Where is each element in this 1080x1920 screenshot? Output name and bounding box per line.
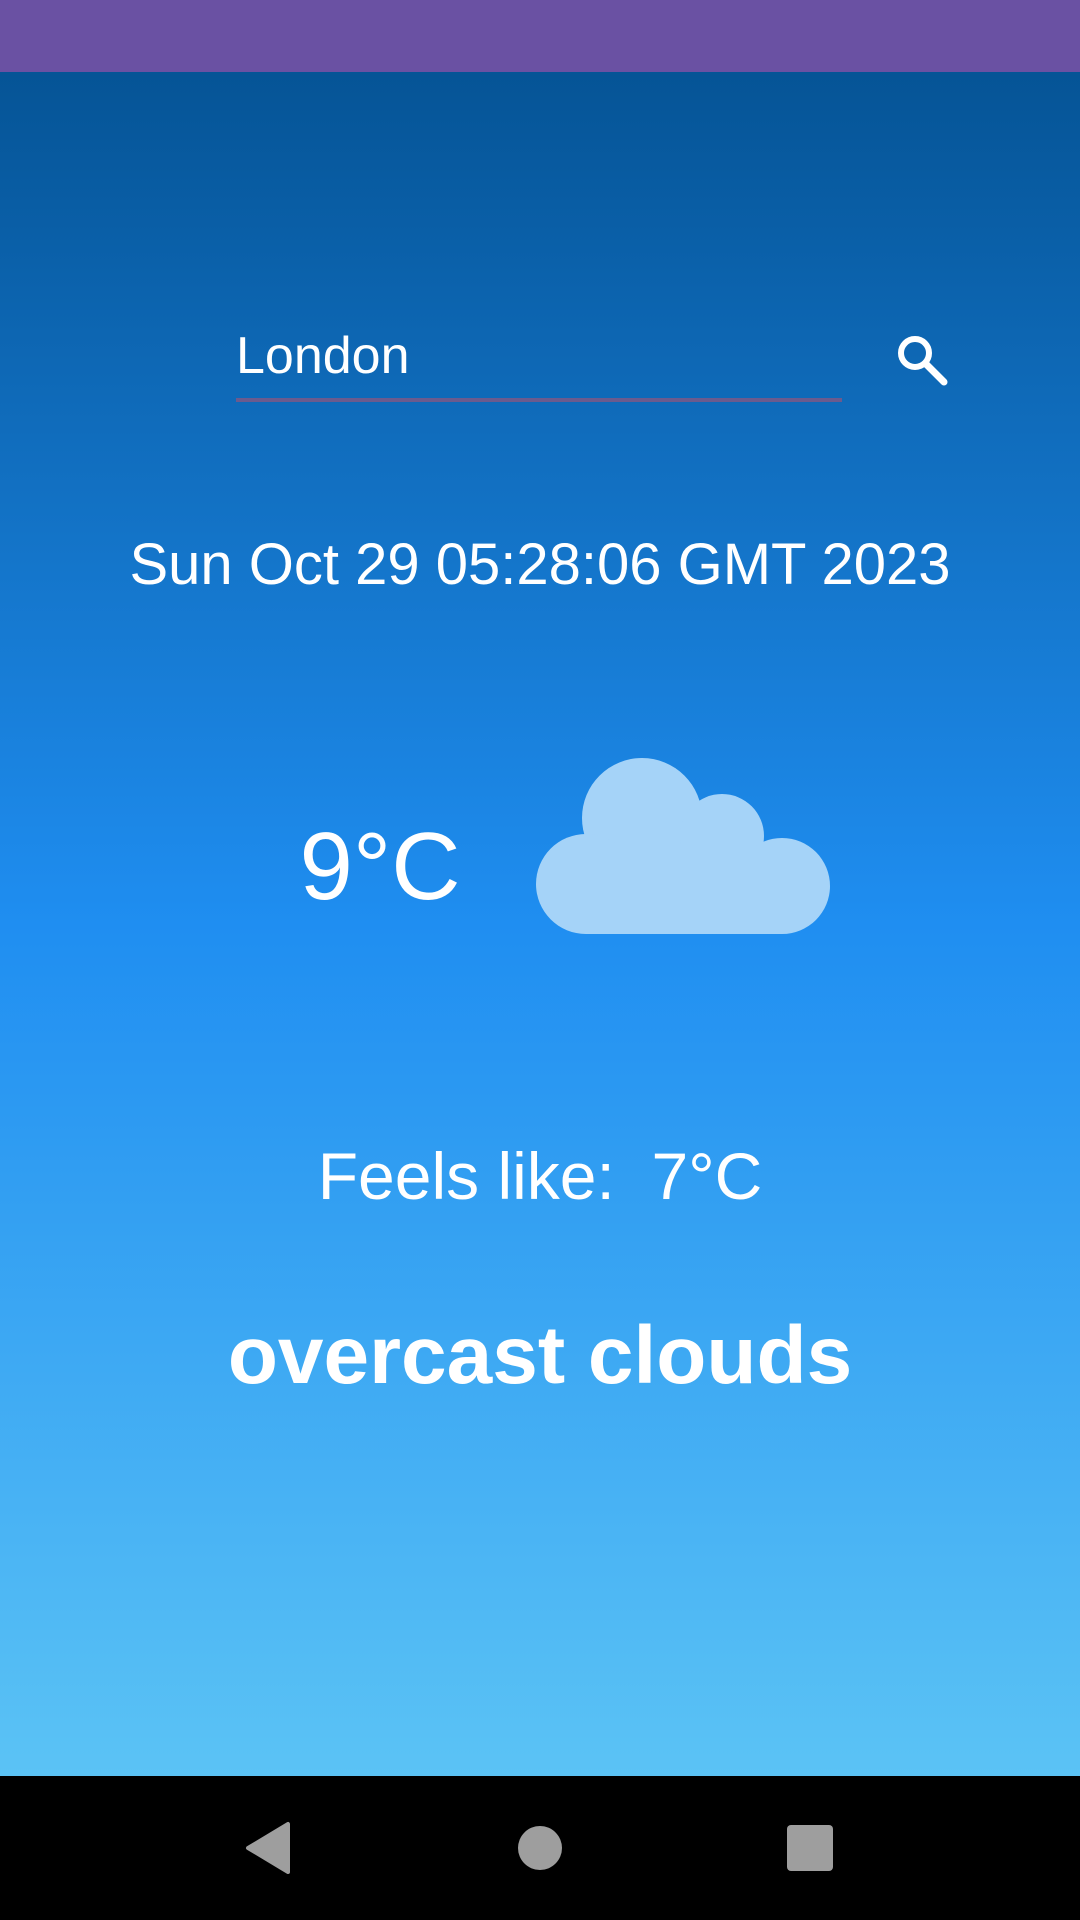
nav-back-button[interactable] bbox=[218, 1798, 318, 1898]
navigation-bar bbox=[0, 1776, 1080, 1920]
feels-like-row: Feels like: 7°C bbox=[0, 1136, 1080, 1216]
date-time-text: Sun Oct 29 05:28:06 GMT 2023 bbox=[129, 532, 951, 597]
status-bar bbox=[0, 0, 1080, 72]
weather-description: overcast clouds bbox=[227, 1310, 853, 1401]
feels-like-value: 7°C bbox=[651, 1139, 763, 1213]
cloud-icon bbox=[536, 758, 830, 934]
search-field[interactable] bbox=[236, 316, 842, 402]
search-icon bbox=[898, 336, 948, 386]
feels-like-label: Feels like: bbox=[317, 1139, 615, 1213]
back-icon bbox=[246, 1822, 290, 1874]
temperature-text: 9°C bbox=[299, 813, 461, 920]
city-search-input[interactable] bbox=[236, 316, 842, 396]
nav-home-button[interactable] bbox=[490, 1798, 590, 1898]
nav-recents-button[interactable] bbox=[760, 1798, 860, 1898]
search-button[interactable] bbox=[888, 326, 958, 396]
home-icon bbox=[518, 1826, 562, 1870]
recents-icon bbox=[787, 1825, 833, 1871]
